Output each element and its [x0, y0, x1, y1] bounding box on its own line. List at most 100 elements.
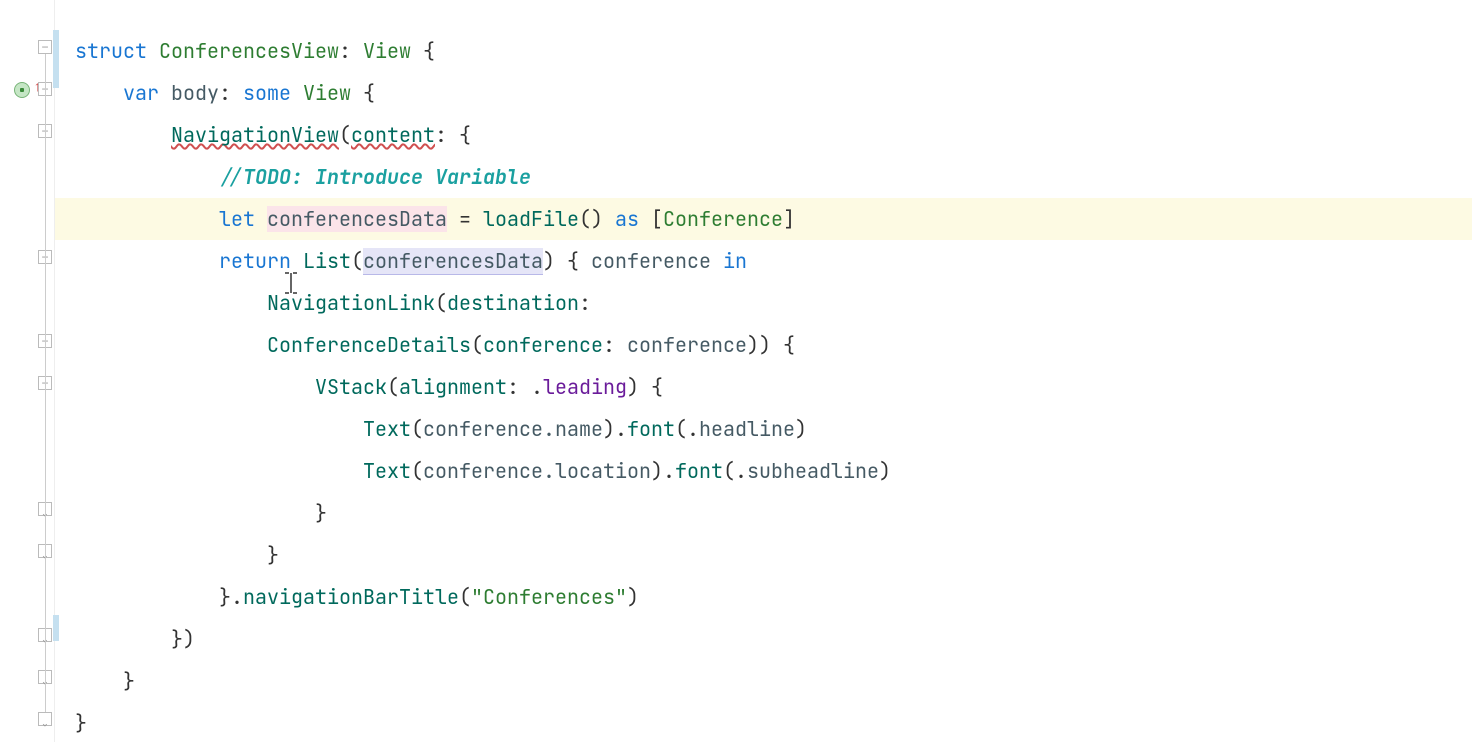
punct: . [663, 458, 675, 484]
fold-line [45, 54, 46, 712]
paren: ( [435, 290, 447, 316]
param-label: destination [447, 290, 579, 316]
type-name: ConferencesView [159, 38, 339, 64]
bracket: [ [651, 206, 663, 232]
brace: } [75, 710, 87, 736]
brace: } [219, 584, 231, 610]
keyword: some [243, 80, 291, 106]
paren: ) [543, 248, 555, 274]
inspection-marker-icon[interactable] [14, 82, 30, 98]
function-call: font [675, 458, 723, 484]
type-name: View [303, 80, 351, 106]
punct: : [603, 332, 615, 358]
param-label: conference [483, 332, 603, 358]
gutter: ↑ [0, 0, 55, 742]
brace: }) [171, 626, 195, 652]
code-line[interactable]: NavigationView(content: { [75, 114, 1472, 156]
paren: ( [411, 458, 423, 484]
todo-comment: TODO: Introduce Variable [243, 164, 531, 190]
paren: ( [387, 374, 399, 400]
comment-slashes: // [219, 164, 243, 190]
paren: ) [795, 416, 807, 442]
keyword: var [123, 80, 159, 106]
enum-case: headline [699, 416, 795, 442]
brace: } [123, 668, 135, 694]
brace: { [651, 374, 663, 400]
keyword: let [219, 206, 255, 232]
code-line[interactable]: Text(conference.name).font(.headline) [75, 408, 1472, 450]
enum-case: subheadline [747, 458, 879, 484]
punct: = [459, 206, 471, 232]
code-line[interactable]: ConferenceDetails(conference: conference… [75, 324, 1472, 366]
identifier: conference.location [423, 458, 651, 484]
brace: { [783, 332, 795, 358]
brace: { [363, 80, 375, 106]
identifier: conference.name [423, 416, 603, 442]
paren: ( [471, 332, 483, 358]
function-call: navigationBarTitle [243, 584, 459, 610]
fold-toggle-icon[interactable] [38, 40, 52, 54]
paren: ) [627, 584, 639, 610]
bracket: ] [783, 206, 795, 232]
paren: ( [411, 416, 423, 442]
keyword: as [615, 206, 639, 232]
code-line[interactable]: return List(conferencesData) { conferenc… [75, 240, 1472, 282]
punct: . [231, 584, 243, 610]
code-line[interactable]: }.navigationBarTitle("Conferences") [75, 576, 1472, 618]
code-editor[interactable]: ↑ struct ConferencesView: View { var bod… [0, 0, 1472, 742]
function-call: loadFile [483, 206, 579, 232]
keyword: in [723, 248, 747, 274]
param-label: content [351, 122, 435, 148]
brace: { [459, 122, 471, 148]
code-line[interactable]: } [75, 660, 1472, 702]
punct: . [735, 458, 747, 484]
keyword: struct [75, 38, 147, 64]
string-literal: "Conferences" [471, 584, 627, 610]
code-line[interactable]: Text(conference.location).font(.subheadl… [75, 450, 1472, 492]
brace: { [567, 248, 579, 274]
code-line[interactable]: } [75, 534, 1472, 576]
paren: ( [675, 416, 687, 442]
param-label: alignment [399, 374, 507, 400]
code-line[interactable]: let conferencesData = loadFile() as [Con… [55, 198, 1472, 240]
paren: ) [627, 374, 639, 400]
punct: . [531, 374, 543, 400]
code-line[interactable]: struct ConferencesView: View { [75, 30, 1472, 72]
identifier: conferencesData [363, 248, 543, 275]
brace: { [423, 38, 435, 64]
function-call: NavigationLink [267, 290, 435, 316]
function-call: Text [363, 416, 411, 442]
type-name: Conference [663, 206, 783, 232]
code-line[interactable]: NavigationLink(destination: [75, 282, 1472, 324]
paren: ) [651, 458, 663, 484]
code-line[interactable] [75, 0, 1472, 30]
function-call: VStack [315, 374, 387, 400]
punct: : [219, 80, 231, 106]
code-line[interactable]: } [75, 492, 1472, 534]
brace: } [315, 500, 327, 526]
fold-end-icon[interactable] [38, 712, 52, 726]
paren: ( [351, 248, 363, 274]
function-call: font [627, 416, 675, 442]
code-line[interactable]: var body: some View { [75, 72, 1472, 114]
code-line[interactable]: } [75, 702, 1472, 744]
identifier: body [171, 80, 219, 106]
paren: ( [723, 458, 735, 484]
identifier: conference [591, 248, 711, 274]
code-line[interactable]: //TODO: Introduce Variable [75, 156, 1472, 198]
code-area[interactable]: struct ConferencesView: View { var body:… [55, 0, 1472, 742]
code-line[interactable]: }) [75, 618, 1472, 660]
paren: ) [603, 416, 615, 442]
paren: ) [879, 458, 891, 484]
comment: //TODO: Introduce Variable [219, 164, 531, 190]
punct: : [579, 290, 591, 316]
paren: ( [339, 122, 351, 148]
type-name: View [363, 38, 411, 64]
punct: : [507, 374, 519, 400]
parens: () [579, 206, 603, 232]
enum-case: leading [543, 374, 627, 400]
punct: . [615, 416, 627, 442]
brace: } [267, 542, 279, 568]
identifier: conferencesData [267, 206, 447, 232]
code-line[interactable]: VStack(alignment: .leading) { [75, 366, 1472, 408]
